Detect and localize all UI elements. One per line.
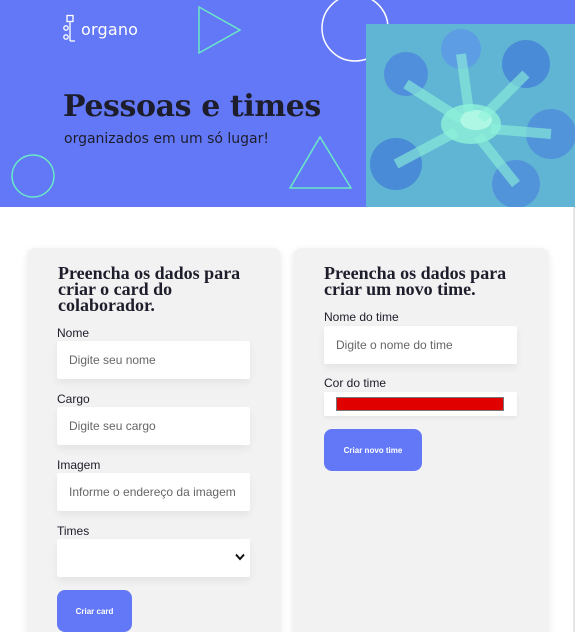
banner-subtitle: organizados em um só lugar! bbox=[64, 131, 269, 147]
create-team-button[interactable]: Criar novo time bbox=[324, 429, 422, 471]
team-name-input[interactable] bbox=[324, 326, 517, 364]
team-color-swatch bbox=[336, 397, 504, 411]
name-input[interactable] bbox=[57, 341, 250, 379]
image-url-input[interactable] bbox=[57, 473, 250, 511]
team-photo bbox=[366, 24, 575, 207]
form-title: Preencha os dados para criar o card do c… bbox=[58, 264, 240, 315]
chevron-down-icon bbox=[235, 553, 245, 561]
role-label: Cargo bbox=[57, 392, 90, 406]
image-label: Imagem bbox=[57, 458, 101, 472]
teams-select[interactable] bbox=[57, 539, 250, 577]
team-color-input[interactable] bbox=[324, 392, 517, 416]
triangle-decoration-icon bbox=[288, 135, 353, 189]
name-label: Nome bbox=[57, 326, 90, 340]
team-color-label: Cor do time bbox=[324, 376, 387, 390]
logo-text: organo bbox=[81, 19, 139, 39]
banner-title: Pessoas e times bbox=[63, 89, 321, 124]
form-title-line: colaborador. bbox=[58, 295, 155, 315]
create-card-button[interactable]: Criar card bbox=[57, 590, 132, 632]
team-form: Preencha os dados para criar um novo tim… bbox=[293, 248, 549, 632]
teams-label: Times bbox=[57, 524, 90, 538]
form-title: Preencha os dados para criar um novo tim… bbox=[324, 264, 506, 299]
circle-decoration-icon bbox=[11, 154, 55, 198]
role-input[interactable] bbox=[57, 407, 250, 445]
collaborator-form: Preencha os dados para criar o card do c… bbox=[27, 248, 281, 632]
hero-banner: organo Pessoas e times organizados em um… bbox=[0, 0, 575, 207]
triangle-decoration-icon bbox=[198, 5, 242, 55]
team-name-label: Nome do time bbox=[324, 310, 399, 324]
organo-logo-icon bbox=[63, 14, 75, 42]
form-title-line: criar um novo time. bbox=[324, 279, 476, 299]
organo-logo[interactable]: organo bbox=[63, 14, 138, 44]
